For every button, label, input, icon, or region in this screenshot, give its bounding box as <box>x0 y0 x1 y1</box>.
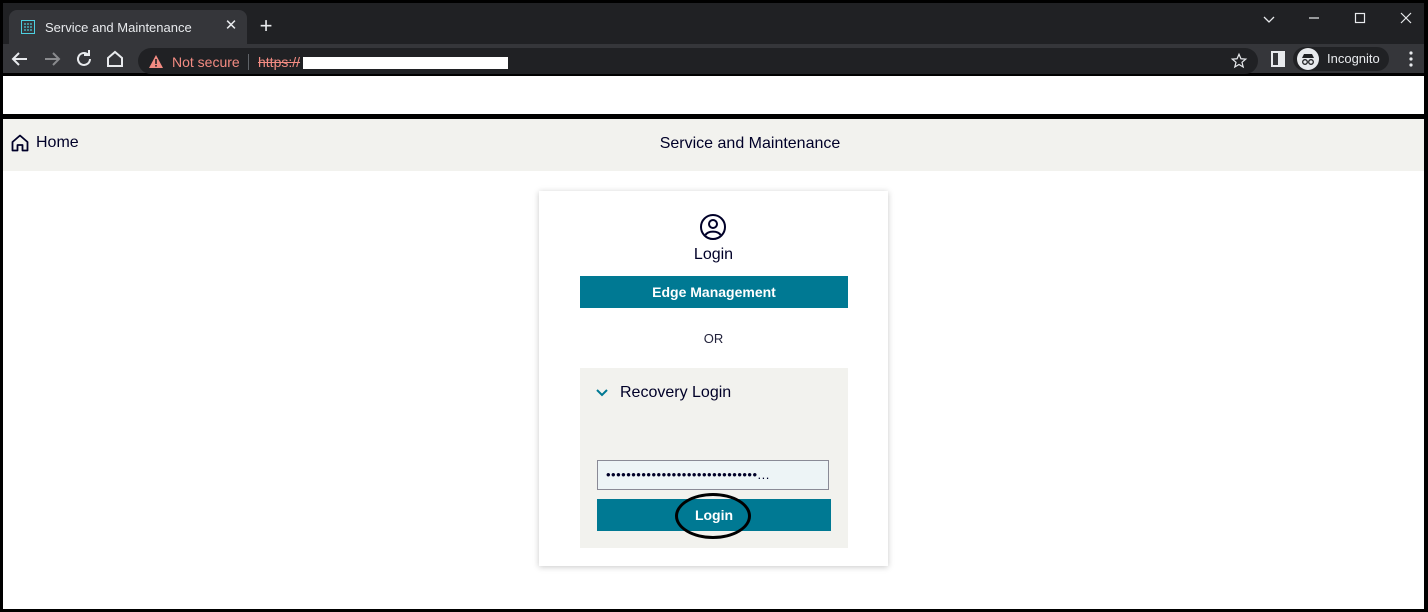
or-separator: OR <box>703 331 724 346</box>
side-panel-icon[interactable] <box>1266 47 1290 71</box>
not-secure-label[interactable]: Not secure <box>172 54 240 70</box>
window-close-icon[interactable] <box>1392 8 1420 30</box>
bookmark-star-icon[interactable] <box>1230 52 1248 70</box>
incognito-icon <box>1297 48 1319 70</box>
tab-title: Service and Maintenance <box>45 20 192 35</box>
browser-toolbar: Not secure https:// Incognito <box>3 44 1424 74</box>
login-heading: Login <box>693 246 734 263</box>
redacted-url <box>303 57 508 69</box>
maximize-icon[interactable] <box>1346 8 1374 30</box>
chevron-down-icon <box>596 389 608 397</box>
divider <box>248 54 249 70</box>
login-button[interactable]: Login <box>597 499 831 531</box>
tab-search-icon[interactable] <box>1255 8 1283 30</box>
tab-strip: Service and Maintenance ✕ + <box>3 3 1424 44</box>
recovery-login-panel: Recovery Login •••••••••••••••••••••••••… <box>580 368 848 548</box>
url-scheme: https:// <box>258 54 301 70</box>
window-frame: Service and Maintenance ✕ + Not secure h… <box>3 3 1424 609</box>
reload-icon[interactable] <box>72 47 96 71</box>
forward-icon[interactable] <box>40 47 64 71</box>
blank-region <box>3 76 1424 114</box>
browser-tab[interactable]: Service and Maintenance ✕ <box>9 10 247 44</box>
page-header: Home Service and Maintenance <box>3 119 1424 171</box>
address-bar[interactable]: Not secure https:// <box>138 48 1258 74</box>
page-title: Service and Maintenance <box>659 135 841 152</box>
close-tab-icon[interactable]: ✕ <box>221 16 241 36</box>
home-button-icon[interactable] <box>103 47 127 71</box>
incognito-badge[interactable]: Incognito <box>1293 47 1389 71</box>
back-icon[interactable] <box>8 47 32 71</box>
new-tab-icon[interactable]: + <box>255 15 277 37</box>
edge-management-button[interactable]: Edge Management <box>580 276 848 308</box>
menu-kebab-icon[interactable] <box>1399 47 1423 71</box>
minimize-icon[interactable] <box>1300 8 1328 30</box>
login-card: Login Edge Management OR Recovery Login … <box>539 191 888 566</box>
warning-icon[interactable] <box>148 54 164 70</box>
recovery-login-label: Recovery Login <box>620 384 732 401</box>
recovery-login-toggle[interactable]: Recovery Login <box>596 384 731 402</box>
incognito-label: Incognito <box>1327 51 1380 66</box>
page-content: Home Service and Maintenance Login Edge … <box>3 119 1424 609</box>
user-icon <box>700 214 726 240</box>
password-field[interactable]: ••••••••••••••••••••••••••••••... <box>597 460 829 490</box>
grid-favicon-icon <box>21 20 35 34</box>
